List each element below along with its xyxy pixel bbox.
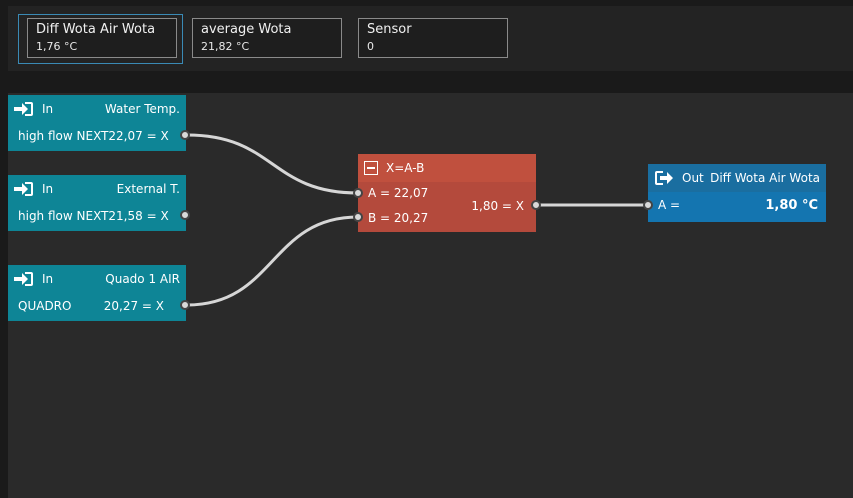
- tile-value: 1,76 °C: [36, 40, 78, 53]
- input-node-water-temp[interactable]: In Water Temp. high flow NEXT 22,07 = X: [8, 95, 190, 151]
- node-source: high flow NEXT: [18, 129, 109, 143]
- operator-formula: X=A-B: [386, 161, 425, 175]
- operator-input-b: B = 20,27: [368, 211, 429, 225]
- sensor-tiles-bar: Diff Wota Air Wota 1,76 °C average Wota …: [8, 6, 853, 71]
- node-name: Diff Wota Air Wota: [710, 171, 820, 185]
- node-value: 21,58 = X: [108, 209, 169, 223]
- tile-title: average Wota: [201, 22, 292, 37]
- sign-out-icon: [654, 170, 674, 186]
- output-port[interactable]: [531, 200, 541, 210]
- tile-value: 21,82 °C: [201, 40, 250, 53]
- sign-in-icon: [14, 271, 34, 287]
- node-type-label: In: [42, 272, 54, 286]
- tile-title: Sensor: [367, 22, 412, 37]
- output-port[interactable]: [180, 300, 190, 310]
- input-port-a[interactable]: [353, 188, 363, 198]
- operator-input-a: A = 22,07: [368, 186, 429, 200]
- sign-in-icon: [14, 181, 34, 197]
- tile-title: Diff Wota Air Wota: [36, 22, 156, 37]
- output-port[interactable]: [180, 210, 190, 220]
- node-source: high flow NEXT: [18, 209, 109, 223]
- node-type-label: Out: [682, 171, 704, 185]
- sign-in-icon: [14, 101, 34, 117]
- output-input-label: A =: [658, 198, 681, 212]
- output-port[interactable]: [180, 130, 190, 140]
- node-value: 22,07 = X: [108, 129, 169, 143]
- node-type-label: In: [42, 102, 54, 116]
- subtract-operator-node[interactable]: X=A-B A = 22,07 B = 20,27 1,80 = X: [353, 154, 541, 232]
- tile-average-wota[interactable]: average Wota 21,82 °C: [192, 18, 342, 58]
- output-value: 1,80 °C: [765, 197, 818, 213]
- node-name: External T.: [116, 182, 180, 196]
- node-name: Water Temp.: [104, 102, 180, 116]
- input-port-b[interactable]: [353, 212, 363, 222]
- tile-diff-wota[interactable]: Diff Wota Air Wota 1,76 °C: [27, 18, 177, 58]
- minus-square-icon: [364, 161, 378, 175]
- input-port[interactable]: [643, 200, 653, 210]
- node-name: Quado 1 AIR: [105, 272, 180, 286]
- node-value: 20,27 = X: [103, 299, 164, 313]
- operator-result: 1,80 = X: [471, 199, 524, 213]
- node-source: QUADRO: [18, 299, 72, 313]
- input-node-quado-air[interactable]: In Quado 1 AIR QUADRO 20,27 = X: [8, 265, 190, 321]
- input-node-external-t[interactable]: In External T. high flow NEXT 21,58 = X: [8, 175, 190, 231]
- output-node-diff-wota[interactable]: Out Diff Wota Air Wota A = 1,80 °C: [643, 164, 826, 222]
- tile-value: 0: [367, 40, 374, 53]
- node-type-label: In: [42, 182, 54, 196]
- tile-sensor[interactable]: Sensor 0: [358, 18, 508, 58]
